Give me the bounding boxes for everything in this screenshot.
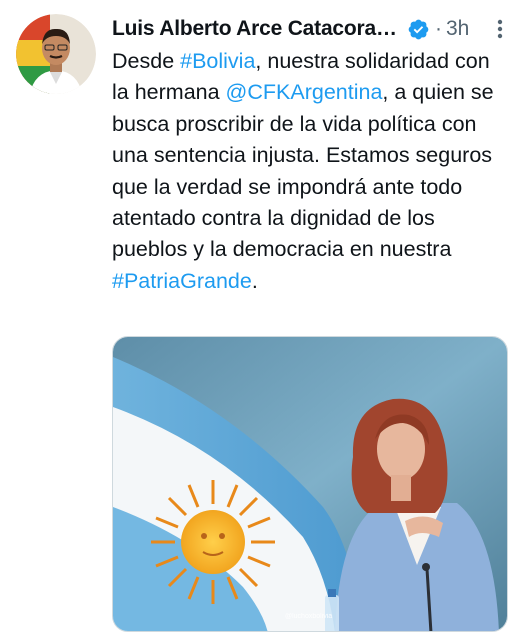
tweet-timestamp[interactable]: 3h: [446, 17, 469, 41]
hashtag-link[interactable]: #Bolivia: [180, 49, 255, 73]
tweet[interactable]: Luis Alberto Arce Catacora (Lucho Arce) …: [0, 0, 526, 638]
tweet-media-photo[interactable]: @luchoxbolivia: [112, 336, 508, 632]
author-display-name[interactable]: Luis Alberto Arce Catacora (Lucho Arce): [112, 17, 402, 41]
verified-badge-icon: [408, 19, 429, 39]
hashtag-link[interactable]: #PatriaGrande: [112, 269, 252, 293]
tweet-text-segment: Desde: [112, 49, 181, 73]
tweet-text-segment: , a quien se busca proscribir de la vida…: [112, 80, 494, 262]
time-separator: ·: [435, 17, 442, 40]
author-avatar[interactable]: [16, 14, 96, 94]
more-vertical-icon: [497, 19, 503, 39]
tweet-header: Luis Alberto Arce Catacora (Lucho Arce) …: [112, 14, 512, 44]
more-options-button[interactable]: [488, 14, 512, 44]
mention-link[interactable]: @CFKArgentina: [226, 80, 383, 104]
tweet-text: Desde #Bolivia, nuestra solidaridad con …: [112, 46, 512, 297]
tweet-text-segment: .: [251, 268, 258, 293]
photo-watermark: @luchoxbolivia: [285, 613, 333, 620]
photo-image: [113, 337, 507, 631]
